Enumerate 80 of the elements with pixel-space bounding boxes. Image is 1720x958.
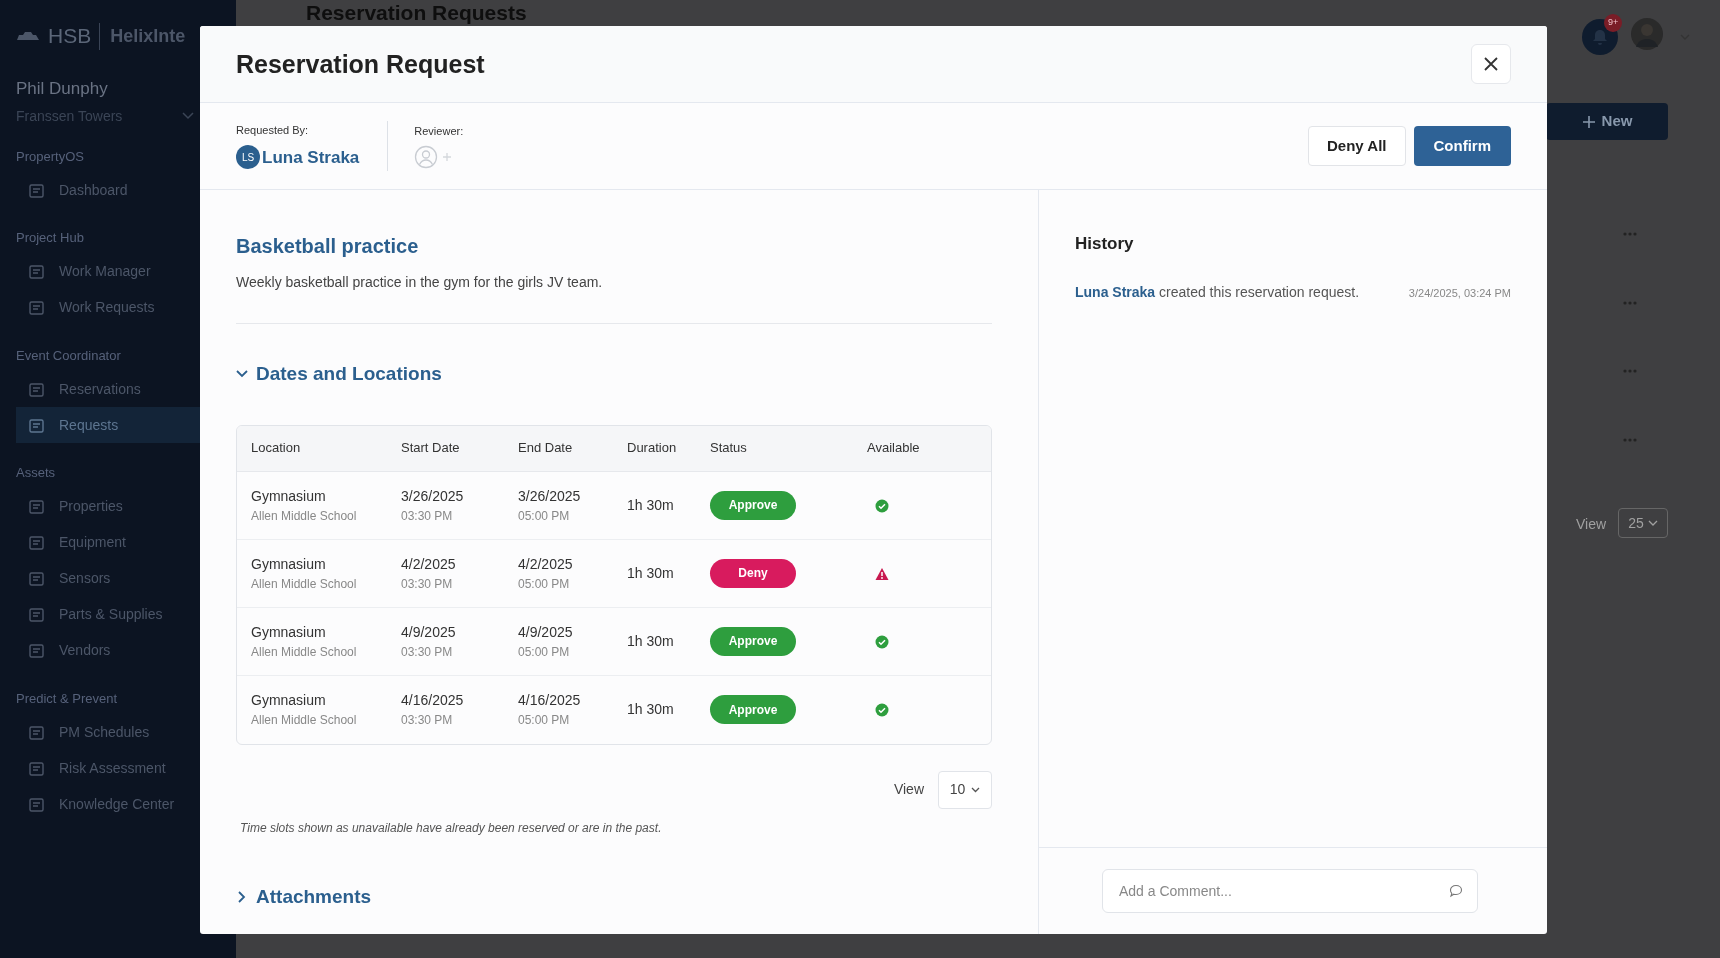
column-header: Location [251, 439, 302, 458]
deny-toggle[interactable]: Deny [710, 558, 796, 588]
table-cell-text: 1h 30m [627, 495, 675, 515]
sidebar-item[interactable]: Vendors [0, 632, 236, 669]
sidebar-section-title: Assets [15, 464, 56, 482]
new-button[interactable]: New [1546, 103, 1668, 140]
footnote: Time slots shown as unavailable have already been reserved or are in the past. [239, 819, 663, 837]
view-label: View [1576, 515, 1607, 534]
approve-toggle[interactable]: Approve [710, 695, 796, 724]
table-cell-text: 03:30 PM [401, 712, 454, 729]
sidebar-item[interactable]: Sensors [0, 560, 236, 597]
requester-name[interactable]: Luna Straka [262, 144, 360, 170]
table-cell-text: 03:30 PM [401, 507, 454, 525]
user-name: Phil Dunphy [15, 78, 109, 100]
sidebar-item[interactable]: Work Manager [0, 253, 236, 290]
confirm-button[interactable]: Confirm [1413, 126, 1511, 166]
sidebar-section-title: Event Coordinator [15, 346, 122, 365]
event-description: Weekly basketball practice in the gym for the girls JV team. [236, 273, 604, 292]
table-cell-text: 4/9/2025 [518, 622, 574, 642]
section-toggle[interactable]: Attachments [236, 882, 372, 911]
sidebar-item[interactable]: Reservations [0, 371, 236, 407]
table-cell-text: 4/2/2025 [401, 554, 457, 574]
column-header: Status [710, 439, 748, 458]
column-header: End Date [518, 439, 574, 458]
view-label: View [893, 780, 924, 799]
table-cell-text: 4/9/2025 [401, 622, 457, 642]
table-cell-text: 3/26/2025 [401, 486, 465, 506]
history-title: History [1075, 234, 1135, 255]
reviewer-label: Reviewer: [414, 123, 464, 139]
table-cell-text: 05:00 PM [518, 712, 571, 729]
sidebar-item[interactable]: Work Requests [0, 289, 236, 326]
table-cell-text: Gymnasium [251, 486, 327, 506]
requester-avatar: LS [236, 145, 260, 170]
table-cell-text: 4/16/2025 [401, 691, 465, 710]
dialog-title: Reservation Request [236, 49, 485, 79]
table-cell-text: Allen Middle School [251, 575, 358, 593]
sidebar-item[interactable]: Parts & Supplies [0, 596, 236, 633]
sidebar-item[interactable]: Equipment [0, 524, 236, 561]
table-cell-text: Gymnasium [251, 622, 327, 642]
sidebar-item[interactable]: Knowledge Center [0, 786, 236, 822]
table-cell-text: 03:30 PM [401, 575, 454, 593]
table-cell-text: Allen Middle School [251, 643, 358, 661]
comment-field[interactable]: Add a Comment... [1102, 869, 1478, 913]
sidebar-item[interactable]: PM Schedules [0, 714, 236, 750]
column-header: Start Date [401, 439, 461, 458]
product-name: HelixInte [99, 22, 186, 50]
table-cell-text: Allen Middle School [251, 712, 358, 729]
sidebar-section-title: PropertyOS [15, 147, 85, 166]
approve-toggle[interactable]: Approve [710, 626, 796, 656]
column-header: Available [867, 439, 921, 458]
table-cell-text: 1h 30m [627, 700, 675, 719]
table-cell-text: 1h 30m [627, 563, 675, 583]
table-cell-text: 05:00 PM [518, 643, 571, 661]
history-timestamp: 3/24/2025, 03:24 PM [1408, 285, 1511, 301]
table-cell-text: 05:00 PM [518, 507, 571, 525]
sidebar-item[interactable]: Dashboard [0, 172, 236, 208]
table-cell-text: 4/16/2025 [518, 691, 582, 710]
brand-logo-text: HSB [48, 23, 92, 50]
table-cell-text: 1h 30m [627, 631, 675, 651]
history-entry: Luna Straka created this reservation request. [1075, 283, 1360, 303]
column-header: Duration [627, 439, 678, 458]
sidebar-section-title: Project Hub [15, 229, 85, 247]
table-cell-text: 05:00 PM [518, 575, 571, 593]
table-cell-text: 4/2/2025 [518, 554, 574, 574]
event-title: Basketball practice [236, 234, 420, 258]
page-size-select[interactable]: 10 [938, 770, 992, 809]
table-cell-text: Gymnasium [251, 691, 327, 710]
approve-toggle[interactable]: Approve [710, 490, 796, 520]
deny-all-button[interactable]: Deny All [1308, 126, 1406, 166]
table-cell-text: 03:30 PM [401, 643, 454, 661]
requested-by-label: Requested By: [236, 123, 310, 138]
table-cell-text: Gymnasium [251, 554, 327, 574]
page-size-select[interactable]: 25 [1618, 508, 1668, 538]
sidebar-item[interactable]: Properties [0, 488, 236, 525]
notification-badge: 9+ [1604, 14, 1623, 32]
sidebar-section-title: Predict & Prevent [15, 689, 119, 708]
table-cell-text: Allen Middle School [251, 507, 358, 525]
table-cell-text: 3/26/2025 [518, 486, 582, 506]
section-toggle[interactable]: Dates and Locations [236, 360, 442, 389]
sidebar-item[interactable]: Risk Assessment [0, 750, 236, 786]
